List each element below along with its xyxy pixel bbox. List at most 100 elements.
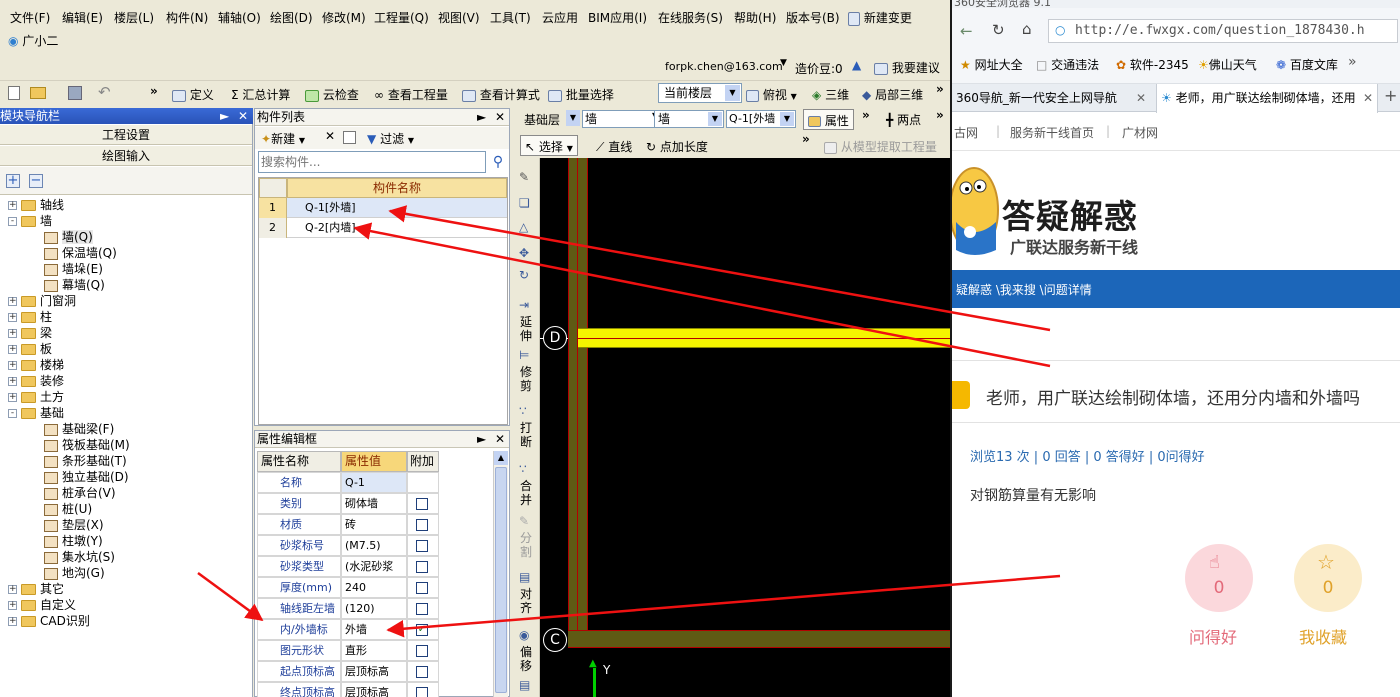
merge-icon[interactable]: ∵: [519, 462, 527, 476]
tree-leaf[interactable]: 桩(U): [44, 501, 92, 517]
close-icon[interactable]: ✕: [495, 431, 505, 448]
tree-leaf[interactable]: 地沟(G): [44, 565, 105, 581]
break-tool-label[interactable]: 打断: [517, 421, 535, 449]
bookmark-overflow-icon[interactable]: »: [1348, 54, 1357, 70]
extend-tool-label[interactable]: 延伸: [517, 315, 535, 343]
menu-view[interactable]: 视图(V): [438, 9, 480, 26]
extra-checkbox[interactable]: [416, 645, 428, 657]
draw-input-tab[interactable]: 绘图输入: [0, 146, 252, 166]
close-icon[interactable]: ✕: [495, 109, 505, 126]
table-row[interactable]: 1 Q-1[外墙]: [259, 198, 507, 218]
tree-folder[interactable]: - 基础: [8, 405, 64, 421]
expand-icon[interactable]: +: [8, 377, 17, 386]
like-label[interactable]: 问得好: [1189, 624, 1237, 648]
favorite-button[interactable]: ☆ 0: [1294, 544, 1362, 612]
close-icon[interactable]: ✕: [1136, 84, 1146, 112]
property-row[interactable]: 起点顶标高 层顶标高: [257, 661, 439, 682]
save-icon[interactable]: [68, 86, 82, 100]
align-tool-label[interactable]: 对齐: [517, 587, 535, 615]
menu-modify[interactable]: 修改(M): [322, 9, 366, 26]
property-value[interactable]: Q-1: [341, 472, 407, 493]
extra-checkbox[interactable]: [416, 540, 428, 552]
extra-checkbox[interactable]: [416, 519, 428, 531]
chevron-down-icon[interactable]: ▼: [708, 112, 722, 126]
split-tool-label[interactable]: 分割: [517, 531, 535, 559]
back-icon[interactable]: ←: [960, 22, 973, 40]
tree-leaf[interactable]: 基础梁(F): [44, 421, 114, 437]
copy-icon[interactable]: [343, 131, 356, 144]
menu-bim[interactable]: BIM应用(I): [588, 9, 647, 26]
tree-leaf[interactable]: 垫层(X): [44, 517, 104, 533]
pin-icon[interactable]: ►: [477, 431, 486, 448]
close-icon[interactable]: ✕: [1361, 84, 1376, 112]
local-3d-button[interactable]: ◆ 局部三维: [862, 86, 923, 103]
pin-icon[interactable]: ►: [477, 109, 486, 126]
expand-icon[interactable]: +: [8, 345, 17, 354]
attribute-button[interactable]: 属性: [803, 109, 854, 130]
extra-checkbox[interactable]: [416, 687, 428, 697]
tree-leaf[interactable]: 筏板基础(M): [44, 437, 130, 453]
extra-checkbox[interactable]: [416, 582, 428, 594]
extract-quantity-button[interactable]: 从模型提取工程量: [824, 138, 937, 155]
expand-icon[interactable]: +: [8, 361, 17, 370]
bookmark-item[interactable]: □ 交通违法: [1036, 56, 1099, 73]
menu-help[interactable]: 帮助(H): [734, 9, 776, 26]
tree-folder[interactable]: + 土方: [8, 389, 64, 405]
menu-file[interactable]: 文件(F): [10, 9, 50, 26]
split-icon[interactable]: ✎: [519, 514, 529, 528]
property-value[interactable]: (M7.5): [341, 535, 407, 556]
component-search-input[interactable]: [261, 153, 481, 171]
extra-checkbox[interactable]: [416, 603, 428, 615]
vertical-wall[interactable]: [568, 158, 588, 648]
project-settings-tab[interactable]: 工程设置: [0, 125, 252, 145]
collapse-icon[interactable]: -: [8, 217, 17, 226]
define-button[interactable]: 定义: [172, 86, 214, 103]
type-select-2[interactable]: 墙 ▼: [654, 110, 724, 128]
property-value[interactable]: 层顶标高: [341, 661, 407, 682]
suggest-button[interactable]: 我要建议: [874, 59, 940, 76]
expand-icon[interactable]: +: [8, 329, 17, 338]
top-nav-link[interactable]: 服务新干线首页: [1010, 124, 1094, 141]
tree-folder[interactable]: + 自定义: [8, 597, 76, 613]
layer-select[interactable]: 基础层: [524, 111, 560, 128]
bookmark-item[interactable]: ★ 网址大全: [960, 56, 1023, 73]
menu-online-service[interactable]: 在线服务(S): [658, 9, 723, 26]
cloud-check-button[interactable]: 云检查: [305, 86, 359, 103]
line-tool-button[interactable]: ⟋ 直线: [596, 138, 632, 155]
property-row[interactable]: 材质砖: [257, 514, 439, 535]
property-value[interactable]: 层顶标高: [341, 682, 407, 697]
tree-leaf[interactable]: 集水坑(S): [44, 549, 115, 565]
extra-checkbox[interactable]: [416, 561, 428, 573]
chevron-down-icon[interactable]: ▼: [780, 112, 794, 126]
property-value[interactable]: (120): [341, 598, 407, 619]
batch-select-button[interactable]: 批量选择: [548, 86, 614, 103]
tree-leaf[interactable]: 柱墩(Y): [44, 533, 103, 549]
tree-folder[interactable]: + 楼梯: [8, 357, 64, 373]
tree-folder[interactable]: + 装修: [8, 373, 64, 389]
tree-folder[interactable]: + 轴线: [8, 197, 64, 213]
filter-button[interactable]: ▼ 过滤 ▼: [367, 130, 414, 147]
chevron-down-icon[interactable]: ▼: [566, 110, 580, 126]
expand-icon[interactable]: +: [8, 601, 17, 610]
search-icon[interactable]: ⚲: [488, 152, 508, 172]
refresh-icon[interactable]: ↻: [992, 21, 1005, 39]
break-icon[interactable]: ∵: [519, 404, 527, 418]
tree-folder[interactable]: + 柱: [8, 309, 52, 325]
two-point-button[interactable]: ╋ 两点: [886, 111, 921, 128]
menu-version[interactable]: 版本号(B): [786, 9, 840, 26]
new-file-icon[interactable]: [8, 86, 20, 100]
bookmark-item[interactable]: ✿ 软件-2345: [1116, 56, 1189, 73]
tree-folder[interactable]: + 其它: [8, 581, 64, 597]
tree-leaf[interactable]: 墙垛(E): [44, 261, 103, 277]
property-row[interactable]: 终点顶标高 层顶标高: [257, 682, 439, 697]
tree-leaf[interactable]: 独立基础(D): [44, 469, 129, 485]
pin-icon[interactable]: ►: [220, 108, 229, 124]
collapse-icon[interactable]: -: [8, 409, 17, 418]
trim-icon[interactable]: ⊨: [519, 348, 529, 362]
expand-icon[interactable]: +: [8, 617, 17, 626]
point-length-button[interactable]: ↻ 点加长度: [646, 138, 708, 155]
gxe-button[interactable]: ◉ 广小二: [8, 32, 58, 49]
menu-cloud[interactable]: 云应用: [542, 9, 578, 26]
expand-all-icon[interactable]: +: [6, 174, 20, 188]
type-select-1[interactable]: 墙: [582, 110, 662, 128]
